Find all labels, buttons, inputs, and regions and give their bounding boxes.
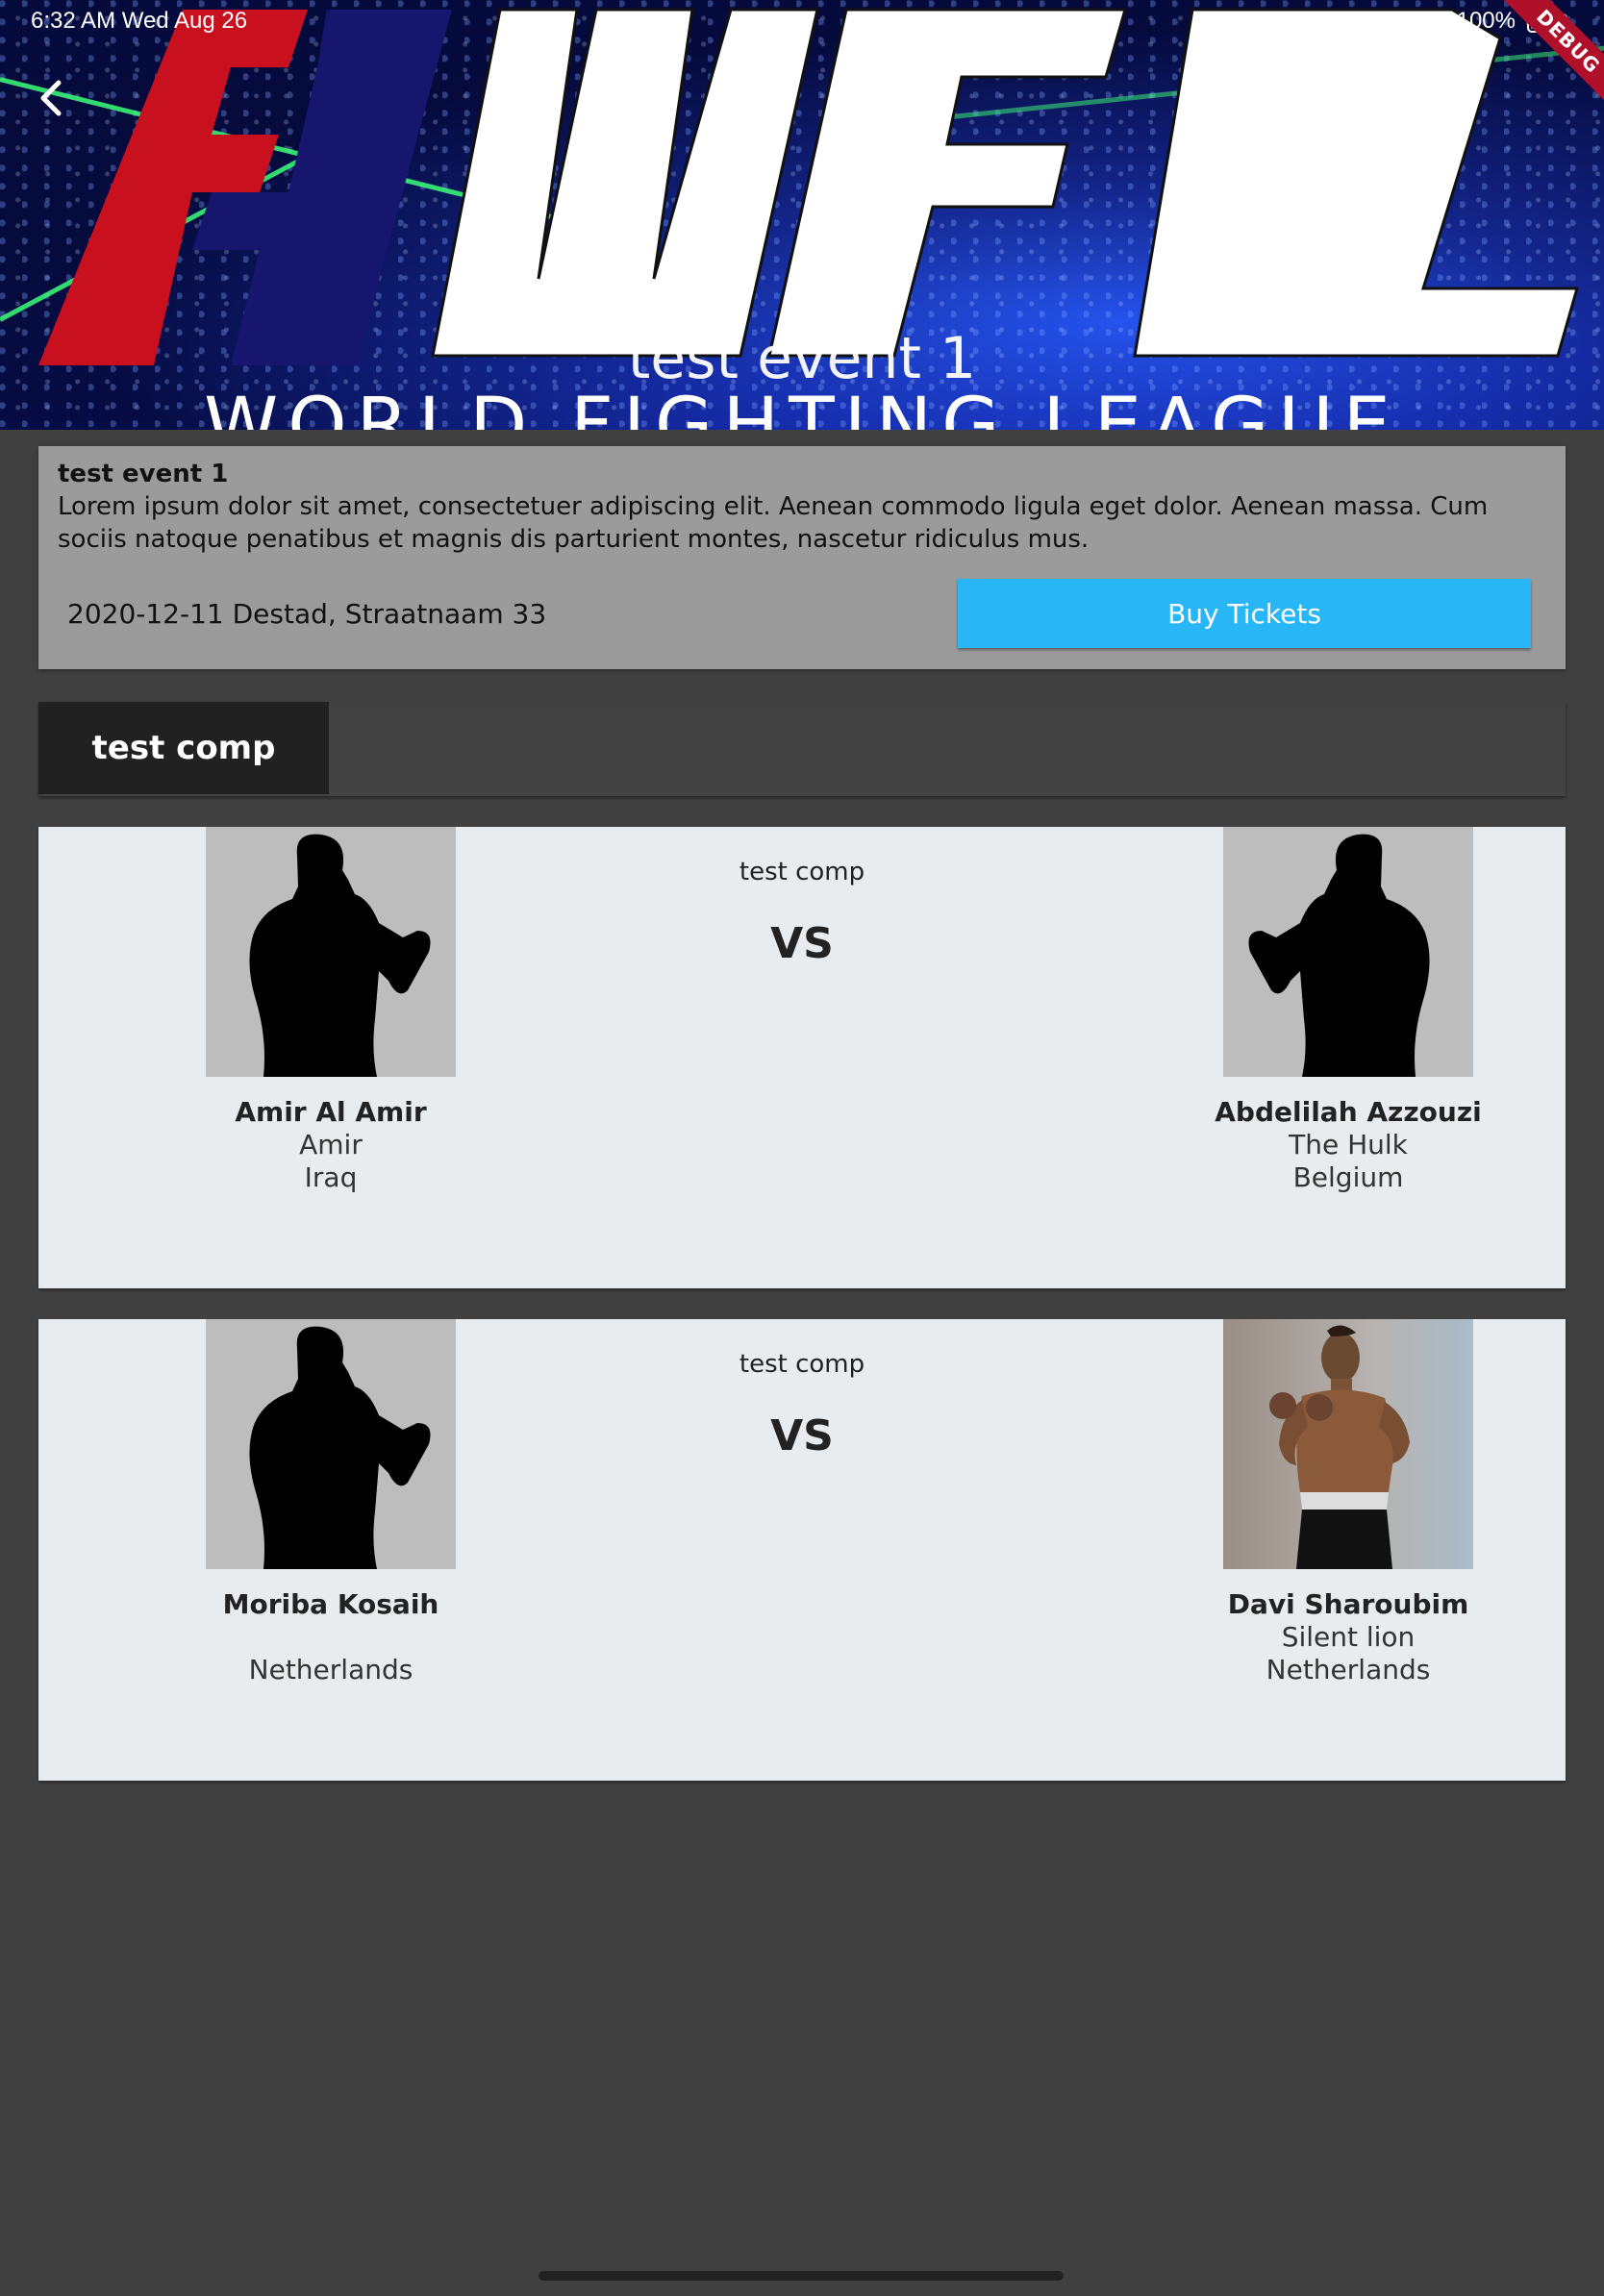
fighter-nickname: Amir [299, 1129, 363, 1160]
fighter-nickname: Silent lion [1281, 1621, 1416, 1653]
event-details-row: 2020-12-11 Destad, Straatnaam 33 Buy Tic… [38, 579, 1566, 648]
fighter-photo [1223, 1319, 1473, 1569]
banner-tagline: WORLD FIGHTING LEAGUE [204, 383, 1400, 430]
fighter-name: Moriba Kosaih [222, 1588, 439, 1620]
fight-card[interactable]: Moriba Kosaih Netherlands test comp VS D… [38, 1319, 1566, 1781]
fighter-silhouette-icon [1248, 834, 1430, 1077]
fight-center: test comp VS [610, 858, 994, 968]
fighter-left[interactable]: Amir Al Amir Amir Iraq [167, 827, 494, 1194]
fighter-photo [206, 827, 456, 1077]
vs-label: VS [770, 1411, 834, 1460]
fight-card[interactable]: Amir Al Amir Amir Iraq test comp VS Abde… [38, 827, 1566, 1288]
competition-label: test comp [739, 1350, 865, 1379]
battery-percentage: 100% [1456, 8, 1516, 34]
event-info-card: test event 1 Lorem ipsum dolor sit amet,… [38, 446, 1566, 669]
fight-center: test comp VS [610, 1350, 994, 1460]
header-banner: test event 1 WORLD FIGHTING LEAGUE 6:32 … [0, 0, 1604, 430]
back-button[interactable] [29, 75, 75, 121]
chevron-left-icon [40, 80, 62, 116]
fighter-name: Amir Al Amir [235, 1096, 427, 1128]
buy-tickets-button[interactable]: Buy Tickets [958, 579, 1531, 648]
event-description: Lorem ipsum dolor sit amet, consectetuer… [58, 492, 1489, 554]
fighter-name: Abdelilah Azzouzi [1215, 1096, 1482, 1128]
event-date-location: 2020-12-11 Destad, Straatnaam 33 [67, 598, 547, 630]
fighter-nickname [167, 1621, 494, 1654]
fighter-left[interactable]: Moriba Kosaih Netherlands [167, 1319, 494, 1686]
fighter-country: Belgium [1292, 1161, 1404, 1193]
competition-tabs: test comp [38, 702, 1566, 796]
vs-label: VS [770, 919, 834, 968]
status-time: 6:32 AM Wed Aug 26 [31, 8, 248, 34]
fighter-nickname: The Hulk [1289, 1129, 1408, 1160]
fighter-name: Davi Sharoubim [1227, 1588, 1469, 1620]
fighter-silhouette-icon [249, 1326, 431, 1569]
tab-test-comp[interactable]: test comp [38, 702, 329, 794]
event-title: test event 1 [58, 460, 229, 488]
fighter-country: Iraq [304, 1161, 358, 1193]
fighter-photo [206, 1319, 456, 1569]
competition-label: test comp [739, 858, 865, 886]
fighter-right[interactable]: Abdelilah Azzouzi The Hulk Belgium [1185, 827, 1512, 1194]
fighter-portrait-photo [1269, 1325, 1410, 1569]
fighter-country: Netherlands [1266, 1654, 1431, 1685]
home-indicator[interactable] [539, 2271, 1064, 2281]
fighter-right[interactable]: Davi Sharoubim Silent lion Netherlands [1185, 1319, 1512, 1686]
fighter-photo [1223, 827, 1473, 1077]
fighter-country: Netherlands [248, 1654, 414, 1685]
fighter-silhouette-icon [249, 834, 431, 1077]
